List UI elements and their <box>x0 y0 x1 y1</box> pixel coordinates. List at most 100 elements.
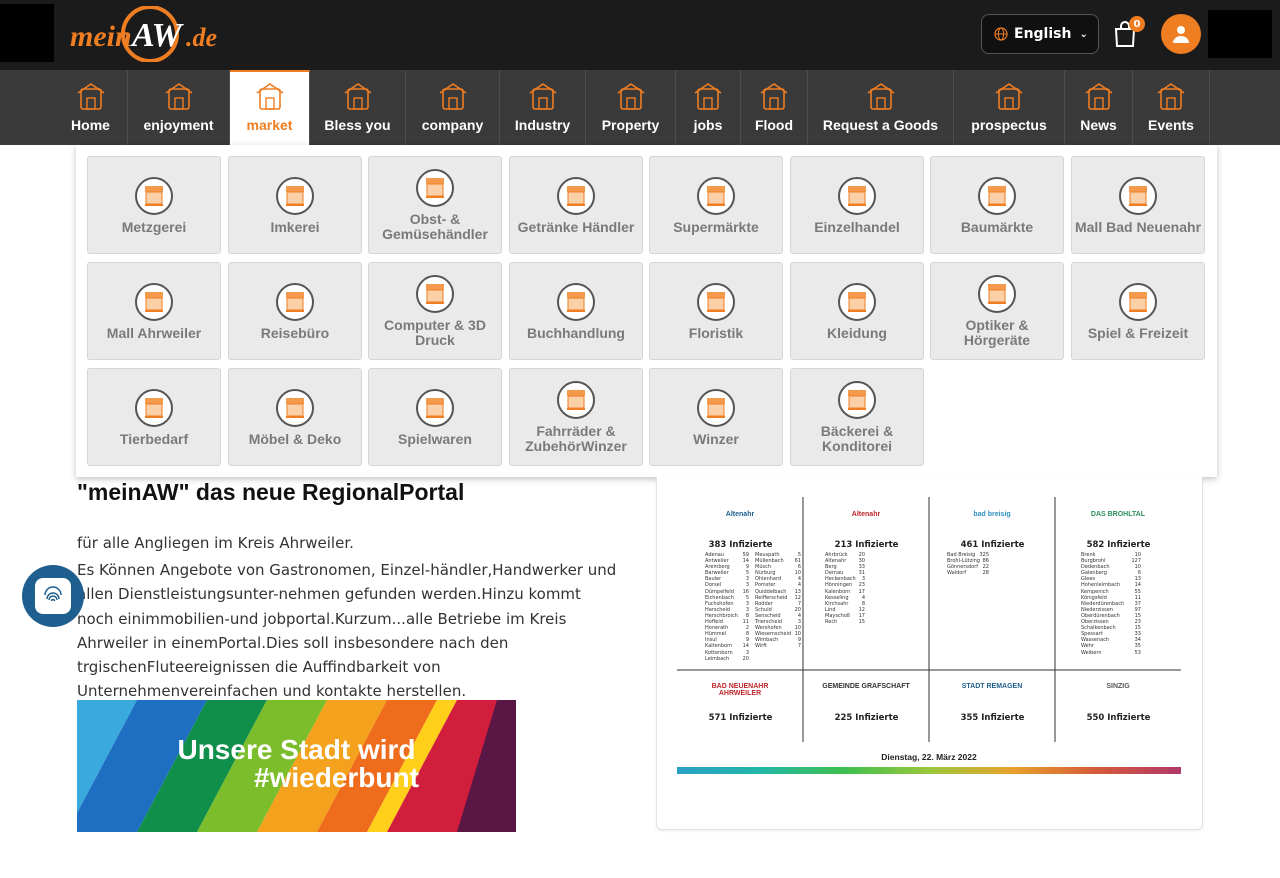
language-selector[interactable]: English ⌄ <box>981 14 1099 54</box>
menu-toggle-area[interactable] <box>0 4 54 62</box>
newspaper-icon <box>1085 83 1112 110</box>
market-category-label: Fahrräder & ZubehörWinzer <box>525 423 627 454</box>
market-category-label: Bäckerei & Konditorei <box>820 423 894 454</box>
food-icon <box>165 83 192 110</box>
shop-icon <box>1119 176 1157 215</box>
municipality-name: Rech <box>825 619 838 626</box>
shop-icon <box>697 282 735 321</box>
brochure-icon <box>995 83 1023 110</box>
accessibility-button[interactable] <box>22 565 84 627</box>
nav-item-home[interactable]: Home <box>54 70 128 145</box>
market-category-tile[interactable]: Mall Bad Neuenahr <box>1071 156 1205 254</box>
market-category-tile[interactable]: Metzgerei <box>87 156 221 254</box>
market-category-tile[interactable]: Fahrräder & ZubehörWinzer <box>509 368 643 466</box>
market-icon <box>256 83 283 110</box>
municipality-row: Waldorf 28 <box>947 570 989 576</box>
market-category-label: Reisebüro <box>260 324 330 341</box>
market-category-tile[interactable]: Winzer <box>649 368 783 466</box>
nav-item-enjoyment[interactable]: enjoyment <box>128 70 230 145</box>
region-count: 582 Infizierte <box>1086 540 1151 550</box>
region-logo: GEMEINDE GRAFSCHAFT <box>822 683 910 690</box>
market-category-tile[interactable]: Möbel & Deko <box>228 368 362 466</box>
municipality-list: Brenk 10 Burgbrohl 127 Dedenbach 10 Galenberg 6… <box>1081 552 1141 656</box>
nav-item-company[interactable]: company <box>406 70 500 145</box>
market-category-label: Möbel & Deko <box>248 430 342 447</box>
region-count: 571 Infizierte <box>708 713 773 723</box>
goods-icon <box>867 83 894 110</box>
nav-item-request-a-goods[interactable]: Request a Goods <box>808 70 954 145</box>
infection-map-card[interactable]: Altenahr 383 Infizierte Altenahr 213 Infizi… <box>656 477 1203 830</box>
market-category-label: Kleidung <box>827 324 887 341</box>
nav-item-market[interactable]: market <box>230 70 310 145</box>
cart-count-badge: 0 <box>1129 16 1145 32</box>
nav-item-jobs[interactable]: jobs <box>676 70 741 145</box>
market-category-tile[interactable]: Baumärkte <box>930 156 1064 254</box>
market-category-tile[interactable]: Floristik <box>649 262 783 360</box>
nav-item-bless-you[interactable]: Bless you <box>310 70 406 145</box>
region-logo: DAS BROHLTAL <box>1090 511 1146 518</box>
market-category-label: Computer & 3D Druck <box>384 317 486 348</box>
nav-item-news[interactable]: News <box>1065 70 1133 145</box>
nav-item-flood[interactable]: Flood <box>741 70 808 145</box>
market-category-tile[interactable]: Tierbedarf <box>87 368 221 466</box>
svg-text:mein: mein <box>70 20 132 53</box>
shop-icon <box>557 381 595 419</box>
shop-icon <box>838 282 876 321</box>
market-category-tile[interactable]: Mall Ahrweiler <box>87 262 221 360</box>
home-icon <box>77 83 104 110</box>
svg-text:.de: .de <box>186 23 217 52</box>
market-category-tile[interactable]: Bäckerei & Konditorei <box>790 368 924 466</box>
market-category-tile[interactable]: Computer & 3D Druck <box>368 262 502 360</box>
market-category-tile[interactable]: Reisebüro <box>228 262 362 360</box>
municipality-list: Ahrbrück 20 Altenahr 30 Berg 33 Dernau 31 Hecken… <box>825 552 865 625</box>
region-logo: SINZIG <box>1106 683 1130 690</box>
nav-label: News <box>1080 117 1117 133</box>
market-category-tile[interactable]: Einzelhandel <box>790 156 924 254</box>
market-category-tile[interactable]: Supermärkte <box>649 156 783 254</box>
market-category-tile[interactable]: Spielwaren <box>368 368 502 466</box>
top-bar: mein AW .de English ⌄ 0 <box>0 0 1280 70</box>
buildings-icon <box>439 83 466 110</box>
market-category-tile[interactable]: Spiel & Freizeit <box>1071 262 1205 360</box>
shop-icon <box>416 169 454 207</box>
nav-label: company <box>421 117 484 133</box>
language-label: English <box>1014 26 1072 42</box>
user-account-button[interactable] <box>1161 14 1201 54</box>
market-dropdown: Metzgerei Imkerei Obst- & Gemüsehändler Get… <box>76 145 1217 477</box>
region-logo: BAD NEUENAHR AHRWEILER <box>711 683 769 697</box>
region-logo: Altenahr <box>725 511 755 518</box>
market-category-label: Supermärkte <box>673 218 759 235</box>
market-category-tile[interactable]: Obst- & Gemüsehändler <box>368 156 502 254</box>
municipality-list: Bad Breisig 325 Brohl-Lützing 86 Gönnersdorf… <box>947 552 989 576</box>
shop-icon <box>557 176 595 215</box>
fingerprint-icon <box>44 586 62 602</box>
nav-item-industry[interactable]: Industry <box>500 70 586 145</box>
color-bar <box>677 767 1181 774</box>
market-category-label: Mall Ahrweiler <box>106 324 202 341</box>
nav-item-events[interactable]: Events <box>1133 70 1210 145</box>
market-category-label: Floristik <box>688 324 744 341</box>
market-category-tile[interactable]: Getränke Händler <box>509 156 643 254</box>
site-logo[interactable]: mein AW .de <box>68 5 238 63</box>
municipality-row: Rech 15 <box>825 619 865 625</box>
nav-item-prospectus[interactable]: prospectus <box>954 70 1065 145</box>
market-category-tile[interactable]: Kleidung <box>790 262 924 360</box>
nav-label: Property <box>601 117 660 133</box>
region-count: 355 Infizierte <box>960 713 1025 723</box>
house-icon <box>617 83 644 110</box>
wiederbunt-banner[interactable]: Unsere Stadt wird #wiederbunt <box>77 700 516 832</box>
market-category-tile[interactable]: Optiker & Hörgeräte <box>930 262 1064 360</box>
flood-icon <box>760 83 788 110</box>
municipality-row: Weibern 53 <box>1081 650 1141 656</box>
shop-icon <box>978 275 1016 313</box>
municipality-name: Leimbach <box>705 655 730 662</box>
nav-label: market <box>246 117 293 133</box>
chevron-down-icon: ⌄ <box>1079 28 1088 40</box>
main-navigation: Home enjoyment market Bless you company Indus… <box>0 70 1280 145</box>
market-category-tile[interactable]: Imkerei <box>228 156 362 254</box>
market-category-label: Buchhandlung <box>527 324 625 341</box>
market-category-tile[interactable]: Buchhandlung <box>509 262 643 360</box>
heart-hands-icon <box>344 83 371 110</box>
nav-item-property[interactable]: Property <box>586 70 676 145</box>
shop-icon <box>135 388 173 427</box>
